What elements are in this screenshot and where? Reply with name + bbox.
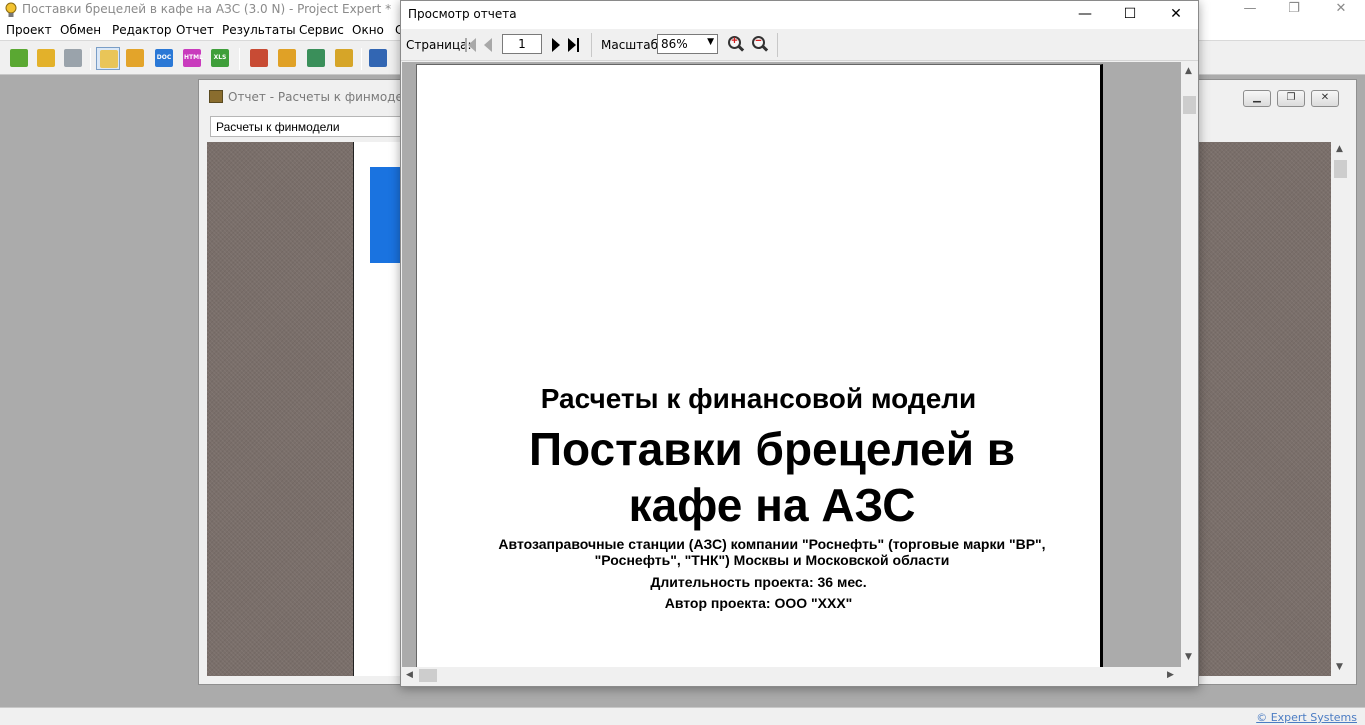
export-html-button[interactable]: HTML — [180, 47, 204, 70]
money-icon — [307, 49, 325, 67]
report-minimize-button[interactable]: ▁ — [1243, 90, 1271, 107]
report-scroll-thumb[interactable] — [1334, 160, 1347, 178]
zoom-out-button[interactable]: − — [751, 35, 769, 55]
toolbar-separator — [90, 48, 91, 70]
export-xls-button[interactable]: XLS — [208, 47, 232, 70]
preview-report-button[interactable] — [96, 47, 120, 70]
scroll-left-arrow-icon[interactable]: ◀ — [406, 670, 413, 680]
app-maximize-button[interactable]: ❐ — [1271, 0, 1317, 20]
menu-results[interactable]: Результаты — [222, 23, 296, 37]
app-close-button[interactable]: ✕ — [1318, 0, 1364, 20]
app-lightbulb-icon — [5, 2, 17, 17]
menu-report[interactable]: Отчет — [176, 23, 214, 37]
analysis-button[interactable] — [247, 47, 271, 70]
menu-project[interactable]: Проект — [6, 23, 52, 37]
report-title: Отчет - Расчеты к финмодели — [228, 90, 419, 104]
new-project-button[interactable] — [7, 47, 31, 70]
previous-page-icon[interactable] — [480, 36, 496, 54]
export-html-icon: HTML — [183, 49, 203, 67]
document-description-line-1: Автозаправочные станции (АЗС) компании "… — [498, 536, 1046, 552]
open-project-button[interactable] — [34, 47, 58, 70]
export-doc-button[interactable]: DOC — [152, 47, 176, 70]
report-vertical-scrollbar[interactable]: ▲ ▼ — [1332, 142, 1349, 676]
document-author: Автор проекта: ООО "ХХХ" — [664, 595, 853, 611]
menu-exchange[interactable]: Обмен — [60, 23, 101, 37]
copyright-link[interactable]: © Expert Systems — [1256, 711, 1357, 724]
report-selector[interactable]: Расчеты к финмодели — [210, 116, 430, 137]
print-button[interactable] — [123, 47, 147, 70]
analysis-icon — [250, 49, 268, 67]
report-icon — [209, 90, 223, 103]
report-restore-button[interactable]: ❐ — [1277, 90, 1305, 107]
preview-vscroll-thumb[interactable] — [1183, 96, 1196, 114]
chevron-down-icon: ▼ — [707, 37, 714, 47]
export-xls-icon: XLS — [211, 49, 229, 67]
app-title: Поставки брецелей в кафе на АЗС (3.0 N) … — [22, 2, 392, 16]
zoom-in-button[interactable]: + — [727, 35, 745, 55]
new-project-icon — [10, 49, 28, 67]
document-description: Автозаправочные станции (АЗС) компании "… — [477, 536, 1067, 568]
menu-window[interactable]: Окно — [352, 23, 384, 37]
preview-maximize-button[interactable]: ☐ — [1107, 1, 1153, 29]
document-title: Поставки брецелей в кафе на АЗС — [477, 421, 1067, 533]
report-print-button[interactable] — [366, 47, 390, 70]
preview-area: Расчеты к финансовой модели Поставки бре… — [402, 62, 1181, 667]
preview-report-icon — [100, 50, 118, 68]
edit-pencil-icon — [278, 49, 296, 67]
document-description-line-2: "Роснефть", "ТНК") Москвы и Московской о… — [594, 552, 950, 568]
preview-horizontal-scrollbar[interactable]: ◀ ▶ — [402, 667, 1181, 685]
preview-minimize-button[interactable]: — — [1062, 1, 1108, 29]
zoom-value: 86% — [661, 37, 688, 51]
preview-close-button[interactable]: ✕ — [1153, 1, 1199, 29]
menu-editor[interactable]: Редактор — [112, 23, 171, 37]
document-title-line-1: Поставки брецелей в — [528, 423, 1016, 475]
statusbar: © Expert Systems — [0, 707, 1365, 725]
scroll-right-arrow-icon[interactable]: ▶ — [1167, 670, 1174, 680]
open-project-icon — [37, 49, 55, 67]
document-heading: Расчеты к финансовой модели — [540, 383, 977, 414]
toolbar-separator — [361, 48, 362, 70]
first-page-icon[interactable] — [463, 36, 479, 54]
preview-toolbar: Страница: 1 Масштаб: 86% ▼ + − — [401, 29, 1198, 61]
print-icon — [126, 49, 144, 67]
plus-glyph: + — [731, 35, 738, 47]
document-page: Расчеты к финансовой модели Поставки бре… — [416, 64, 1103, 667]
minus-glyph: − — [755, 35, 762, 47]
last-page-icon[interactable] — [565, 36, 581, 54]
toolbar-separator — [239, 48, 240, 70]
zoom-label: Масштаб: — [601, 38, 663, 52]
money-button[interactable] — [304, 47, 328, 70]
report-close-button[interactable]: ✕ — [1311, 90, 1339, 107]
preview-hscroll-thumb[interactable] — [419, 669, 437, 682]
page-label: Страница: — [406, 38, 472, 52]
scroll-up-arrow-icon[interactable]: ▲ — [1336, 144, 1343, 154]
save-project-icon — [64, 49, 82, 67]
preview-title: Просмотр отчета — [408, 7, 517, 21]
preview-vertical-scrollbar[interactable]: ▲ ▼ — [1181, 62, 1198, 667]
preview-window: Просмотр отчета — ☐ ✕ Страница: 1 Масшта… — [400, 0, 1199, 687]
edit-button[interactable] — [275, 47, 299, 70]
scroll-down-arrow-icon[interactable]: ▼ — [1185, 652, 1192, 662]
chart-table-button[interactable] — [332, 47, 356, 70]
menu-service[interactable]: Сервис — [299, 23, 344, 37]
scroll-down-arrow-icon[interactable]: ▼ — [1336, 662, 1343, 672]
document-duration: Длительность проекта: 36 мес. — [650, 574, 867, 590]
chart-table-icon — [335, 49, 353, 67]
page-number-input[interactable]: 1 — [502, 34, 542, 54]
export-doc-icon: DOC — [155, 49, 173, 67]
save-project-button[interactable] — [61, 47, 85, 70]
document-title-line-2: кафе на АЗС — [628, 479, 916, 531]
toolbar-separator — [777, 33, 778, 57]
scroll-up-arrow-icon[interactable]: ▲ — [1185, 66, 1192, 76]
toolbar-separator — [591, 33, 592, 57]
preview-titlebar: Просмотр отчета — ☐ ✕ — [401, 1, 1198, 29]
report-print-icon — [369, 49, 387, 67]
app-minimize-button[interactable]: — — [1227, 0, 1273, 20]
zoom-select[interactable]: 86% ▼ — [657, 34, 718, 54]
next-page-icon[interactable] — [548, 36, 564, 54]
